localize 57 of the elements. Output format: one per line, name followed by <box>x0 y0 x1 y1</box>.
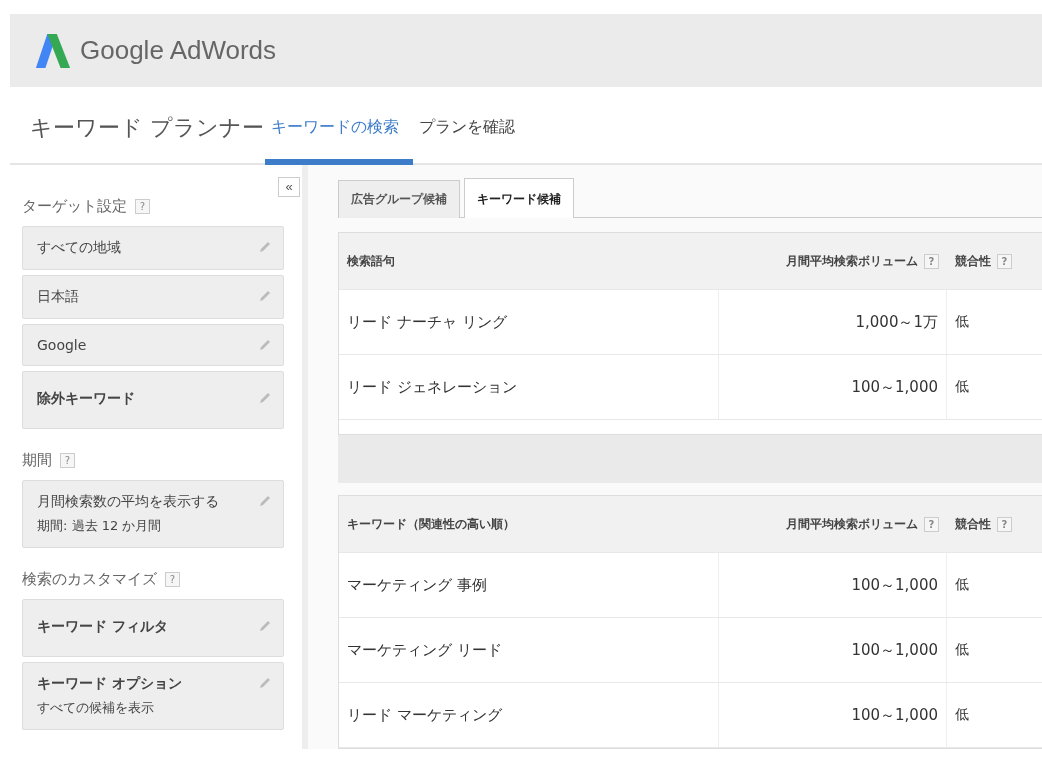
table-cell: 100～1,000 <box>719 553 947 617</box>
card-sub-label: すべての候補を表示 <box>37 699 155 717</box>
section-title: 期間 <box>22 451 52 470</box>
column-header: 検索語句 <box>347 252 395 270</box>
table-cell-text: 低 <box>954 705 970 724</box>
table-cell: 100～1,000 <box>719 618 947 682</box>
logo-icon <box>34 31 72 70</box>
settings-card[interactable]: 除外キーワード <box>22 371 284 429</box>
table-cell-text: 低 <box>954 312 970 331</box>
table-cell: マーケティング 事例 <box>339 553 719 617</box>
card-sub-label: 期間: 過去 12 か月間 <box>37 517 163 535</box>
pencil-icon[interactable] <box>257 618 273 634</box>
table-cell-text: 低 <box>954 575 970 594</box>
pencil-icon[interactable] <box>257 239 273 255</box>
card-label: キーワード フィルタ <box>37 618 168 636</box>
card-label: Google <box>37 337 87 353</box>
table-cell-text: 低 <box>954 377 970 396</box>
table-cell: 100～1,000 <box>719 355 947 419</box>
table-cell: リード ナーチャ リング <box>339 290 719 354</box>
column-header: キーワード（関連性の高い順） <box>347 515 515 533</box>
help-icon[interactable]: ? <box>135 199 150 214</box>
settings-card[interactable]: キーワード フィルタ <box>22 599 284 657</box>
section-title: ターゲット設定 <box>22 197 127 216</box>
table-cell: 100～1,000 <box>719 683 947 747</box>
card-label: キーワード オプション <box>37 675 182 693</box>
card-label: 除外キーワード <box>37 390 135 408</box>
logo-text: Google AdWords <box>80 35 277 66</box>
table-cell-text: 低 <box>954 640 970 659</box>
column-header: 月間平均検索ボリューム <box>786 515 918 533</box>
column-header: 競合性 <box>955 515 991 533</box>
pencil-icon[interactable] <box>257 288 273 304</box>
collapse-button[interactable]: « <box>278 177 300 197</box>
page-title: キーワード プランナー <box>29 114 265 142</box>
column-header: 競合性 <box>955 252 991 270</box>
settings-card[interactable]: 日本語 <box>22 275 284 319</box>
pencil-icon[interactable] <box>257 493 273 509</box>
card-label: 月間検索数の平均を表示する <box>37 493 219 511</box>
section-title: 検索のカスタマイズ <box>22 570 157 589</box>
settings-card[interactable]: キーワード オプション すべての候補を表示 <box>22 662 284 730</box>
column-header: 月間平均検索ボリューム <box>786 252 918 270</box>
pencil-icon[interactable] <box>257 337 273 353</box>
sub-tab[interactable]: キーワード候補 <box>464 178 574 218</box>
table-cell: リード ジェネレーション <box>339 355 719 419</box>
nav-tab[interactable]: プランを確認 <box>413 87 529 165</box>
table-cell: リード マーケティング <box>339 683 719 747</box>
card-label: 日本語 <box>37 288 79 306</box>
settings-card[interactable]: Google <box>22 324 284 366</box>
help-icon[interactable]: ? <box>60 453 75 468</box>
settings-card[interactable]: 月間検索数の平均を表示する 期間: 過去 12 か月間 <box>22 480 284 548</box>
pencil-icon[interactable] <box>257 675 273 691</box>
table-cell: 1,000～1万 <box>719 290 947 354</box>
help-icon[interactable]: ? <box>165 572 180 587</box>
card-label: すべての地域 <box>37 239 121 257</box>
table-cell: マーケティング リード <box>339 618 719 682</box>
pencil-icon[interactable] <box>257 390 273 406</box>
settings-card[interactable]: すべての地域 <box>22 226 284 270</box>
sub-tab[interactable]: 広告グループ候補 <box>338 180 460 218</box>
